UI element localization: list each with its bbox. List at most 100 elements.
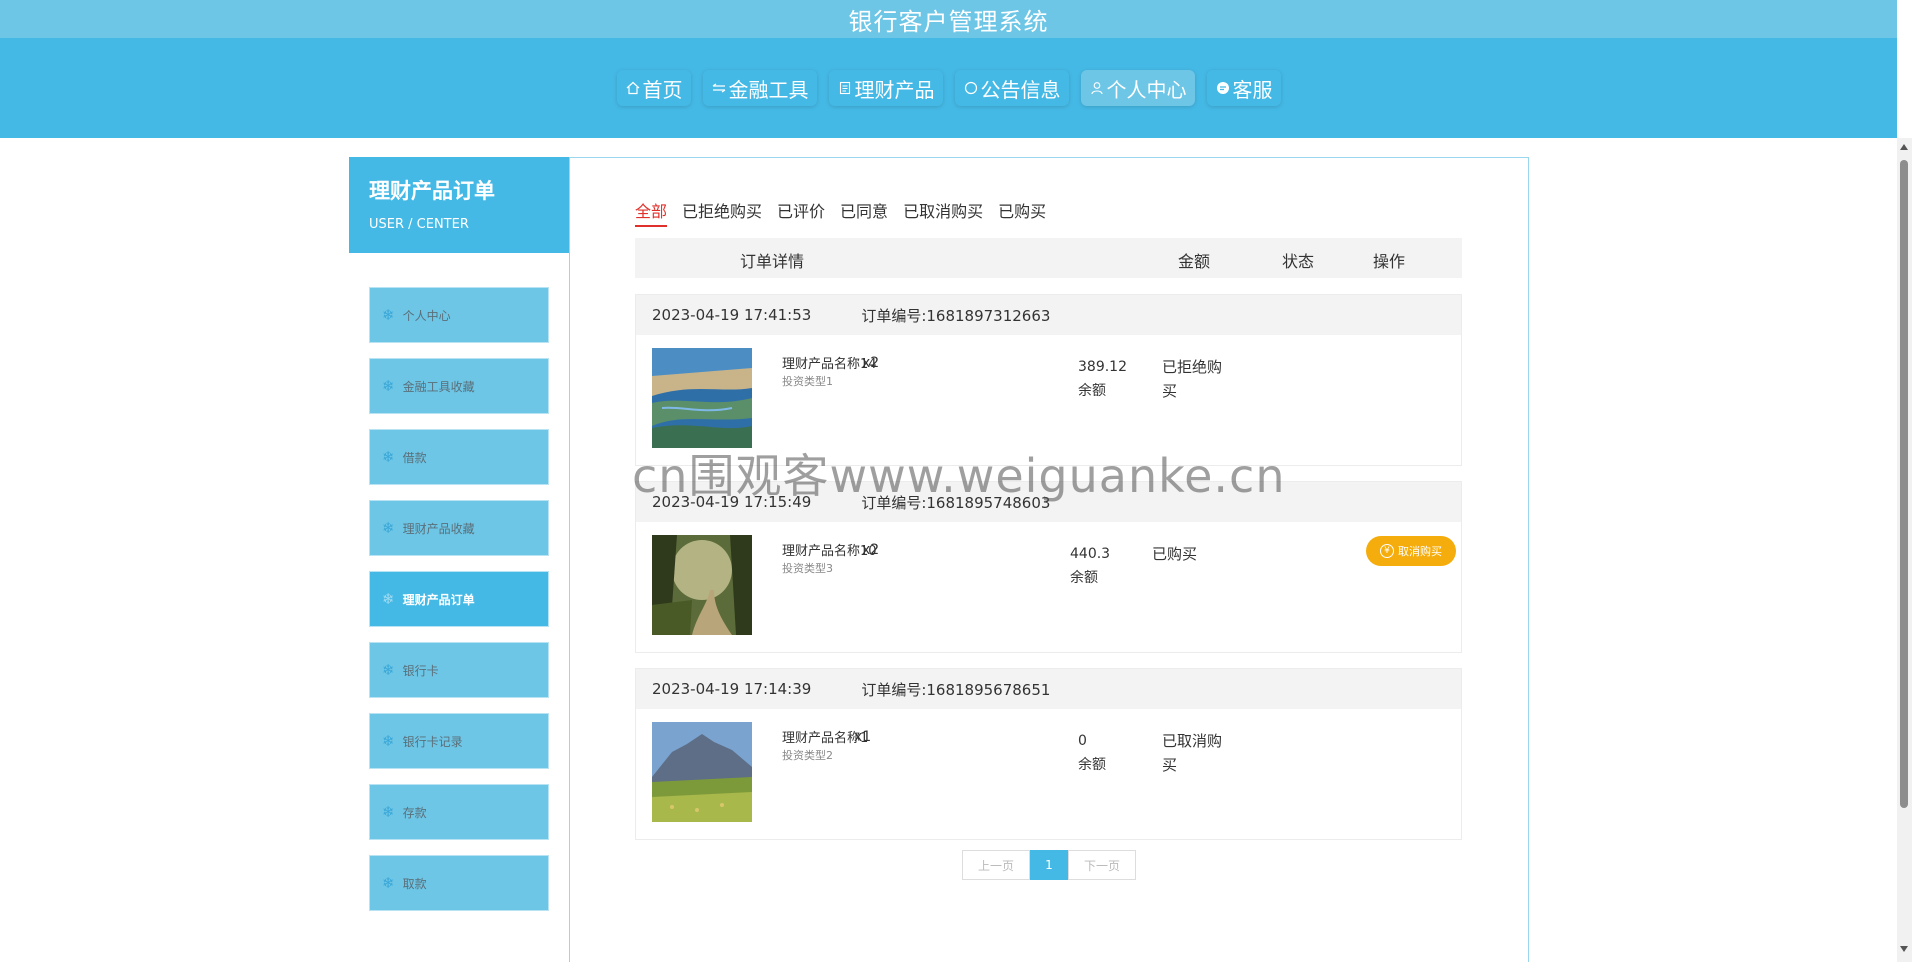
nav-home-label: 首页 — [642, 77, 683, 102]
sidebar-item-label: 个人中心 — [402, 308, 451, 323]
page-1-button[interactable]: 1 — [1030, 850, 1068, 880]
product-type: 投资类型3 — [782, 562, 833, 575]
nav-home[interactable]: 首页 — [617, 70, 691, 106]
snowflake-icon: ❄ — [382, 803, 395, 821]
page-scrollbar[interactable] — [1897, 138, 1912, 962]
snowflake-icon: ❄ — [382, 519, 395, 537]
snowflake-icon: ❄ — [382, 874, 395, 892]
tab-approved[interactable]: 已同意 — [840, 198, 888, 227]
snowflake-icon: ❄ — [382, 732, 395, 750]
header-detail: 订单详情 — [740, 252, 805, 271]
product-thumbnail[interactable] — [652, 722, 752, 822]
order-number: 订单编号:1681895678651 — [861, 680, 1051, 699]
nav-announcements[interactable]: 公告信息 — [955, 70, 1069, 106]
tab-reviewed[interactable]: 已评价 — [777, 198, 825, 227]
sidebar-item-personal-center[interactable]: ❄ 个人中心 — [369, 287, 549, 343]
order-status: 已拒绝购买 — [1162, 358, 1223, 400]
scroll-thumb[interactable] — [1900, 160, 1908, 808]
sidebar-item-label: 金融工具收藏 — [402, 379, 475, 394]
sidebar-item-label: 理财产品订单 — [402, 592, 475, 607]
header-amount: 金额 — [1178, 252, 1211, 271]
order-amount: 389.12 余额 — [1078, 355, 1127, 403]
order-amount: 0 余额 — [1078, 729, 1106, 777]
pagination: 上一页 1 下一页 — [962, 850, 1136, 880]
nav-personal-center[interactable]: 个人中心 — [1080, 70, 1195, 106]
tab-rejected[interactable]: 已拒绝购买 — [682, 198, 762, 227]
order-meta: 2023-04-19 17:15:49 订单编号:1681895748603 — [636, 482, 1461, 522]
sidebar-item-label: 理财产品收藏 — [402, 521, 475, 536]
snowflake-icon: ❄ — [382, 661, 395, 679]
amount-value: 440.3 — [1070, 546, 1111, 562]
tab-cancelled[interactable]: 已取消购买 — [903, 198, 983, 227]
nav-personal-center-label: 个人中心 — [1106, 77, 1187, 102]
order-meta: 2023-04-19 17:14:39 订单编号:1681895678651 — [636, 669, 1461, 709]
sidebar: 理财产品订单 USER / CENTER ❄ 个人中心 ❄ 金融工具收藏 ❄ 借款 ❄… — [349, 157, 569, 927]
header-status: 状态 — [1282, 252, 1315, 271]
user-icon — [1089, 80, 1105, 96]
tab-all[interactable]: 全部 — [635, 198, 668, 227]
tab-purchased[interactable]: 已购买 — [998, 198, 1046, 227]
cancel-purchase-label: 取消购买 — [1398, 545, 1442, 558]
sidebar-subtitle: USER / CENTER — [369, 217, 469, 232]
sidebar-item-product-orders[interactable]: ❄ 理财产品订单 — [369, 571, 549, 627]
table-header: 订单详情 金额 状态 操作 — [635, 238, 1462, 278]
order-quantity: x1 — [854, 729, 872, 745]
nav-customer-service[interactable]: 客服 — [1207, 70, 1281, 106]
order-card: 2023-04-19 17:15:49 订单编号:1681895748603 理… — [635, 481, 1462, 653]
order-meta: 2023-04-19 17:41:53 订单编号:1681897312663 — [636, 295, 1461, 335]
sidebar-header: 理财产品订单 USER / CENTER — [349, 157, 569, 253]
circle-icon — [963, 80, 979, 96]
snowflake-icon: ❄ — [382, 306, 395, 324]
order-quantity: x2 — [862, 355, 880, 371]
order-card: 2023-04-19 17:14:39 订单编号:1681895678651 理… — [635, 668, 1462, 840]
sidebar-item-withdraw[interactable]: ❄ 取款 — [369, 855, 549, 911]
sidebar-menu: ❄ 个人中心 ❄ 金融工具收藏 ❄ 借款 ❄ 理财产品收藏 ❄ 理财产品订单 ❄ 银行卡 ❄… — [349, 287, 569, 911]
sidebar-item-financial-tool-favorites[interactable]: ❄ 金融工具收藏 — [369, 358, 549, 414]
title-bar: 银行客户管理系统 — [0, 0, 1897, 38]
cancel-purchase-button[interactable]: ¥ 取消购买 — [1366, 536, 1456, 566]
order-amount: 440.3 余额 — [1070, 542, 1110, 590]
product-thumbnail[interactable] — [652, 348, 752, 448]
sidebar-item-bank-card[interactable]: ❄ 银行卡 — [369, 642, 549, 698]
order-number: 订单编号:1681895748603 — [861, 493, 1051, 512]
order-card: 2023-04-19 17:41:53 订单编号:1681897312663 理… — [635, 294, 1462, 466]
amount-value: 389.12 — [1078, 359, 1127, 375]
snowflake-icon: ❄ — [382, 590, 395, 608]
sidebar-item-product-favorites[interactable]: ❄ 理财产品收藏 — [369, 500, 549, 556]
snowflake-icon: ❄ — [382, 377, 395, 395]
nav-wealth-products[interactable]: 理财产品 — [829, 70, 943, 106]
amount-value: 0 — [1078, 733, 1087, 749]
amount-unit: 余额 — [1078, 383, 1106, 399]
sidebar-item-deposit[interactable]: ❄ 存款 — [369, 784, 549, 840]
order-number: 订单编号:1681897312663 — [861, 306, 1051, 325]
status-tabs: 全部 已拒绝购买 已评价 已同意 已取消购买 已购买 — [635, 198, 1046, 227]
order-quantity: x2 — [862, 542, 880, 558]
chat-icon — [1215, 80, 1231, 96]
scroll-up-arrow-icon[interactable] — [1900, 144, 1908, 150]
scroll-down-arrow-icon[interactable] — [1900, 946, 1908, 952]
product-type: 投资类型2 — [782, 749, 833, 762]
yen-icon: ¥ — [1380, 544, 1394, 558]
next-page-button[interactable]: 下一页 — [1068, 850, 1136, 880]
prev-page-button[interactable]: 上一页 — [962, 850, 1030, 880]
sidebar-title: 理财产品订单 — [369, 179, 495, 203]
orders-panel: 全部 已拒绝购买 已评价 已同意 已取消购买 已购买 订单详情 金额 状态 操作… — [569, 157, 1529, 962]
nav-financial-tools-label: 金融工具 — [728, 77, 809, 102]
order-status: 已购买 — [1152, 545, 1198, 563]
nav-wealth-products-label: 理财产品 — [854, 77, 935, 102]
amount-unit: 余额 — [1078, 757, 1106, 773]
sidebar-item-bank-card-records[interactable]: ❄ 银行卡记录 — [369, 713, 549, 769]
nav-customer-service-label: 客服 — [1232, 77, 1273, 102]
product-thumbnail[interactable] — [652, 535, 752, 635]
home-icon — [625, 80, 641, 96]
amount-unit: 余额 — [1070, 570, 1098, 586]
sidebar-item-label: 银行卡记录 — [402, 734, 463, 749]
order-body: 理财产品名称14 投资类型1 x2 389.12 余额 已拒绝购买 — [636, 335, 1461, 467]
order-body: 理财产品名称10 投资类型3 x2 440.3 余额 已购买 ¥ 取消购买 — [636, 522, 1461, 654]
sidebar-item-label: 存款 — [402, 805, 427, 820]
nav-financial-tools[interactable]: 金融工具 — [703, 70, 817, 106]
sidebar-item-loan[interactable]: ❄ 借款 — [369, 429, 549, 485]
nav-announcements-label: 公告信息 — [980, 77, 1061, 102]
sidebar-item-label: 取款 — [402, 876, 427, 891]
filter-icon — [711, 80, 727, 96]
